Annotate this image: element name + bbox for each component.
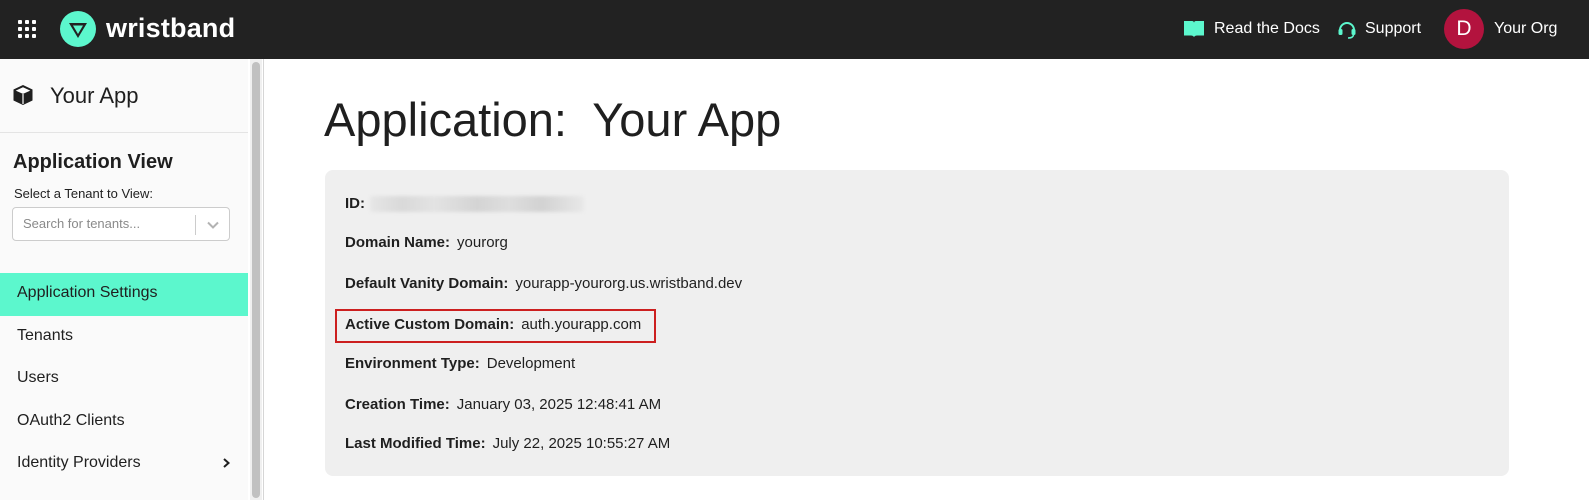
apps-grid-icon[interactable] xyxy=(18,20,36,38)
sidebar-item-label: Users xyxy=(17,369,59,386)
field-label: Default Vanity Domain: xyxy=(345,275,509,292)
field-label: Environment Type: xyxy=(345,355,480,372)
chevron-down-icon[interactable] xyxy=(205,218,221,232)
field-creation-time: Creation Time: January 03, 2025 12:48:41 … xyxy=(345,395,661,415)
select-separator xyxy=(195,215,196,235)
book-icon[interactable] xyxy=(1183,20,1205,38)
field-value: yourapp-yourorg.us.wristband.dev xyxy=(515,275,743,292)
sidebar-scrollbar-thumb[interactable] xyxy=(252,62,260,498)
sidebar-item-label: Application Settings xyxy=(17,284,158,301)
support-link[interactable]: Support xyxy=(1365,18,1421,40)
sidebar-item-tenants[interactable]: Tenants xyxy=(0,316,248,359)
sidebar-item-application-settings[interactable]: Application Settings xyxy=(0,273,248,316)
page-title: Application: Your App xyxy=(324,93,782,146)
sidebar-item-label: OAuth2 Clients xyxy=(17,411,125,429)
org-name[interactable]: Your Org xyxy=(1494,18,1557,40)
field-environment-type: Environment Type: Development xyxy=(345,354,575,374)
sidebar-item-label: Tenants xyxy=(17,326,74,344)
field-value: January 03, 2025 12:48:41 AM xyxy=(456,396,662,413)
sidebar-app-header: Your App xyxy=(0,59,248,133)
redacted-id-value xyxy=(370,196,584,212)
tenant-select-label: Select a Tenant to View: xyxy=(14,186,154,201)
field-label: ID: xyxy=(345,195,365,212)
field-label: Last Modified Time: xyxy=(345,435,486,452)
wristband-logo-icon[interactable] xyxy=(60,11,96,47)
field-last-modified-time: Last Modified Time: July 22, 2025 10:55:2… xyxy=(345,434,670,454)
app-name: Your App xyxy=(50,83,139,108)
headset-icon[interactable] xyxy=(1337,19,1357,39)
read-the-docs-link[interactable]: Read the Docs xyxy=(1214,18,1320,40)
chevron-right-icon xyxy=(223,458,231,468)
field-id: ID: xyxy=(345,194,365,214)
field-value: July 22, 2025 10:55:27 AM xyxy=(492,435,671,452)
cube-icon xyxy=(13,85,33,105)
brand-name[interactable]: wristband xyxy=(106,12,235,44)
tenant-select[interactable] xyxy=(12,207,230,241)
field-label: Domain Name: xyxy=(345,234,451,251)
field-domain-name: Domain Name: yourorg xyxy=(345,233,508,253)
field-default-vanity-domain: Default Vanity Domain: yourapp-yourorg.us… xyxy=(345,274,742,294)
avatar[interactable]: D xyxy=(1444,9,1484,49)
sidebar-item-oauth2-clients[interactable]: OAuth2 Clients xyxy=(0,401,248,444)
highlight-box xyxy=(335,309,656,343)
sidebar-item-users[interactable]: Users xyxy=(0,358,248,401)
field-label: Creation Time: xyxy=(345,396,450,413)
field-value: Development xyxy=(486,355,576,372)
application-view-title: Application View xyxy=(13,151,173,173)
field-value: yourorg xyxy=(457,234,508,251)
sidebar-nav: Application Settings Tenants Users OAuth… xyxy=(0,273,248,486)
tenant-search-input[interactable] xyxy=(23,216,193,231)
sidebar-item-identity-providers[interactable]: Identity Providers xyxy=(0,443,248,486)
sidebar-edge xyxy=(263,59,264,500)
top-bar: wristband Read the Docs Support D Your O… xyxy=(0,0,1589,59)
sidebar-item-label: Identity Providers xyxy=(17,454,141,471)
